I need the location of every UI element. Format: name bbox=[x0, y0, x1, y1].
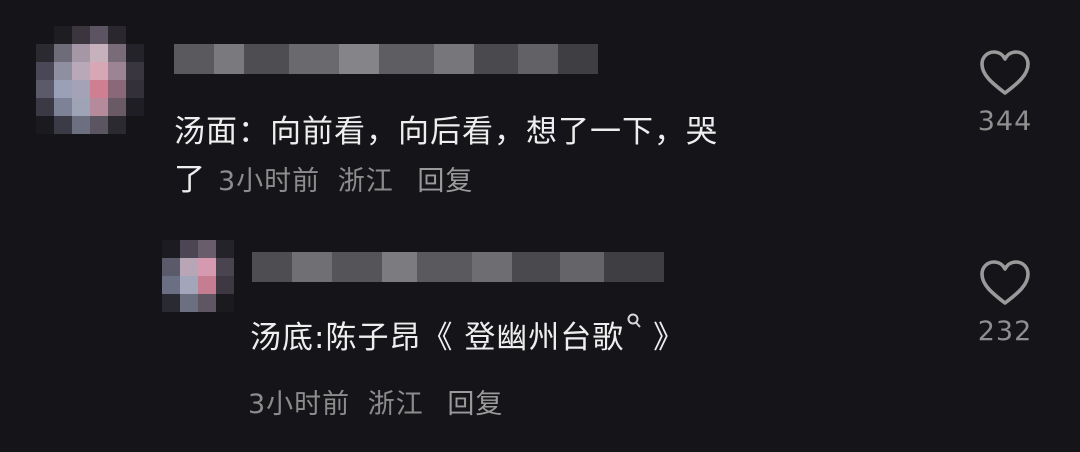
comment-text-segment: 》 bbox=[642, 320, 686, 356]
comment-text-line: 了 bbox=[174, 162, 206, 198]
search-icon[interactable] bbox=[626, 312, 642, 330]
comment-text: 汤面：向前看，向后看，想了一下，哭 了 3小时前 浙江 回复 bbox=[174, 108, 914, 206]
avatar[interactable] bbox=[36, 26, 144, 134]
heart-outline-icon bbox=[980, 260, 1030, 305]
comment-location: 浙江 bbox=[337, 166, 394, 197]
like-button[interactable]: 344 bbox=[970, 48, 1040, 137]
avatar[interactable] bbox=[162, 240, 234, 312]
reply-button[interactable]: 回复 bbox=[447, 389, 503, 420]
heart-outline-icon bbox=[980, 50, 1030, 95]
comment-text-line: 汤面：向前看，向后看，想了一下，哭 bbox=[174, 114, 718, 150]
comment-text-segment: 汤底:陈子昂《 bbox=[250, 320, 465, 356]
comment-meta: 3小时前 浙江 回复 bbox=[248, 382, 503, 421]
comment-location: 浙江 bbox=[367, 389, 424, 420]
like-count: 344 bbox=[977, 106, 1033, 137]
username-redacted[interactable] bbox=[174, 44, 598, 74]
like-button[interactable]: 232 bbox=[970, 258, 1040, 347]
comment-time: 3小时前 bbox=[218, 166, 321, 197]
like-count: 232 bbox=[977, 316, 1033, 347]
reply-button[interactable]: 回复 bbox=[417, 166, 473, 197]
username-redacted[interactable] bbox=[252, 252, 664, 282]
search-link[interactable]: 登幽州台歌 bbox=[464, 320, 624, 356]
comment-time: 3小时前 bbox=[248, 389, 351, 420]
comment-text: 汤底:陈子昂《 登幽州台歌 》 bbox=[250, 312, 685, 362]
